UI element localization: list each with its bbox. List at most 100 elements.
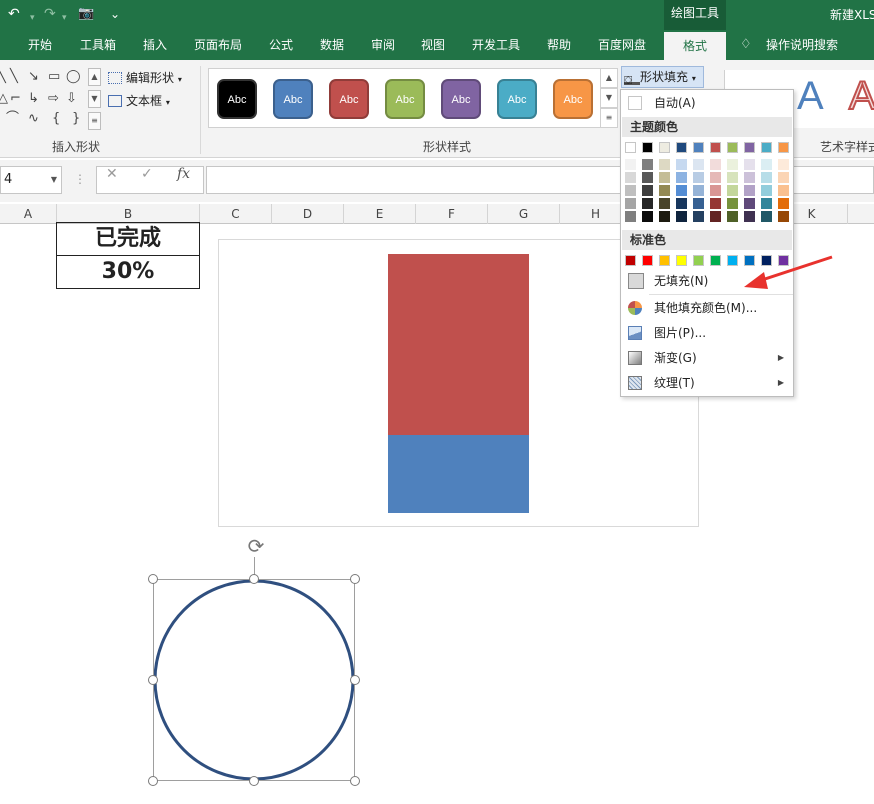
theme-tint-swatch[interactable] [642,211,653,222]
rectangle-shape-icon[interactable]: ▭ [48,70,60,84]
tab-page-layout[interactable]: 页面布局 [194,30,242,60]
theme-tint-swatch[interactable] [727,198,738,209]
triangle-shape-icon[interactable]: △ [0,92,8,106]
brace-shape-icon[interactable]: } [72,112,80,126]
brace-shape-icon[interactable]: { [52,112,60,126]
theme-tint-swatch[interactable] [710,211,721,222]
theme-tint-swatch[interactable] [778,185,789,196]
menu-item-gradient[interactable]: 渐变(G) ▶ [622,346,792,370]
line-shape-icon[interactable]: ╲ [0,70,6,84]
menu-item-texture[interactable]: 纹理(T) ▶ [622,371,792,395]
theme-tint-swatch[interactable] [676,159,687,170]
resize-handle-se[interactable] [350,776,360,786]
shape-style-swatch[interactable]: Abc [553,79,593,119]
elbow-arrow-icon[interactable]: ↳ [28,92,39,106]
standard-color-swatch[interactable] [659,255,670,266]
theme-tint-swatch[interactable] [659,198,670,209]
resize-handle-w[interactable] [148,675,158,685]
textbox-button[interactable]: 文本框 ▾ [108,92,170,109]
theme-color-swatch[interactable] [642,142,653,153]
shape-style-swatch[interactable]: Abc [497,79,537,119]
cell-b1[interactable]: 已完成 [56,222,200,256]
wordart-style-sample[interactable]: A [848,73,874,119]
resize-handle-nw[interactable] [148,574,158,584]
shape-selection-box[interactable] [153,579,355,781]
shapes-more[interactable]: ≡ [88,112,101,130]
theme-tint-swatch[interactable] [744,172,755,183]
theme-tint-swatch[interactable] [676,198,687,209]
resize-handle-sw[interactable] [148,776,158,786]
formula-bar-grip[interactable]: ⋮ [74,172,86,186]
theme-tint-swatch[interactable] [761,211,772,222]
tell-me-search[interactable]: 操作说明搜索 [766,30,838,60]
theme-color-swatch[interactable] [778,142,789,153]
theme-tint-swatch[interactable] [744,211,755,222]
arc-shape-icon[interactable]: ⌒ [6,112,19,126]
customize-qat-icon[interactable]: ⌄ [110,6,120,22]
theme-tint-swatch[interactable] [676,211,687,222]
column-header-e[interactable]: E [344,204,416,224]
name-box[interactable]: 4 ▼ [0,166,62,194]
standard-color-swatch[interactable] [727,255,738,266]
tab-format[interactable]: 格式 [664,32,726,60]
standard-color-swatch[interactable] [744,255,755,266]
curve-shape-icon[interactable]: ∿ [28,112,39,126]
theme-tint-swatch[interactable] [676,185,687,196]
shape-fill-button[interactable]: ⛋ 形状填充 ▾ [621,66,704,88]
theme-color-swatch[interactable] [676,142,687,153]
shapes-scroll-down[interactable]: ▼ [88,90,101,108]
wordart-style-sample[interactable]: A [797,74,824,118]
tab-formulas[interactable]: 公式 [269,30,293,60]
theme-tint-swatch[interactable] [744,159,755,170]
oval-shape-icon[interactable]: ◯ [66,70,81,84]
theme-color-swatch[interactable] [693,142,704,153]
insert-function-icon[interactable]: fx [177,166,190,182]
theme-tint-swatch[interactable] [693,198,704,209]
column-header-g[interactable]: G [488,204,560,224]
tab-toolbox[interactable]: 工具箱 [80,30,116,60]
theme-tint-swatch[interactable] [761,198,772,209]
theme-tint-swatch[interactable] [727,172,738,183]
shapes-scroll-up[interactable]: ▲ [88,68,101,86]
theme-color-swatch[interactable] [761,142,772,153]
column-header-c[interactable]: C [200,204,272,224]
tab-baidu-netdisk[interactable]: 百度网盘 [598,30,646,60]
column-header-b[interactable]: B [57,204,200,224]
tab-home[interactable]: 开始 [28,30,52,60]
theme-tint-swatch[interactable] [710,172,721,183]
theme-tint-swatch[interactable] [778,172,789,183]
theme-tint-swatch[interactable] [727,185,738,196]
theme-tint-swatch[interactable] [625,172,636,183]
theme-tint-swatch[interactable] [710,159,721,170]
theme-tint-swatch[interactable] [744,185,755,196]
standard-color-swatch[interactable] [642,255,653,266]
completed-bar[interactable] [388,435,529,513]
resize-handle-n[interactable] [249,574,259,584]
theme-color-swatch[interactable] [710,142,721,153]
theme-tint-swatch[interactable] [710,198,721,209]
enter-icon[interactable]: ✓ [141,166,153,182]
column-header-f[interactable]: F [416,204,488,224]
standard-color-swatch[interactable] [693,255,704,266]
resize-handle-s[interactable] [249,776,259,786]
cell-b2[interactable]: 30% [56,255,200,289]
theme-tint-swatch[interactable] [693,159,704,170]
resize-handle-ne[interactable] [350,574,360,584]
theme-tint-swatch[interactable] [778,198,789,209]
theme-color-swatch[interactable] [659,142,670,153]
theme-tint-swatch[interactable] [761,172,772,183]
cancel-icon[interactable]: ✕ [106,166,118,182]
theme-tint-swatch[interactable] [659,211,670,222]
theme-tint-swatch[interactable] [659,185,670,196]
theme-tint-swatch[interactable] [642,159,653,170]
tab-view[interactable]: 视图 [421,30,445,60]
theme-tint-swatch[interactable] [710,185,721,196]
shape-style-swatch[interactable]: Abc [217,79,257,119]
tab-help[interactable]: 帮助 [547,30,571,60]
standard-color-swatch[interactable] [710,255,721,266]
edit-shape-button[interactable]: 编辑形状 ▾ [108,69,182,86]
theme-tint-swatch[interactable] [761,159,772,170]
shape-style-swatch[interactable]: Abc [329,79,369,119]
standard-color-swatch[interactable] [778,255,789,266]
theme-tint-swatch[interactable] [659,159,670,170]
